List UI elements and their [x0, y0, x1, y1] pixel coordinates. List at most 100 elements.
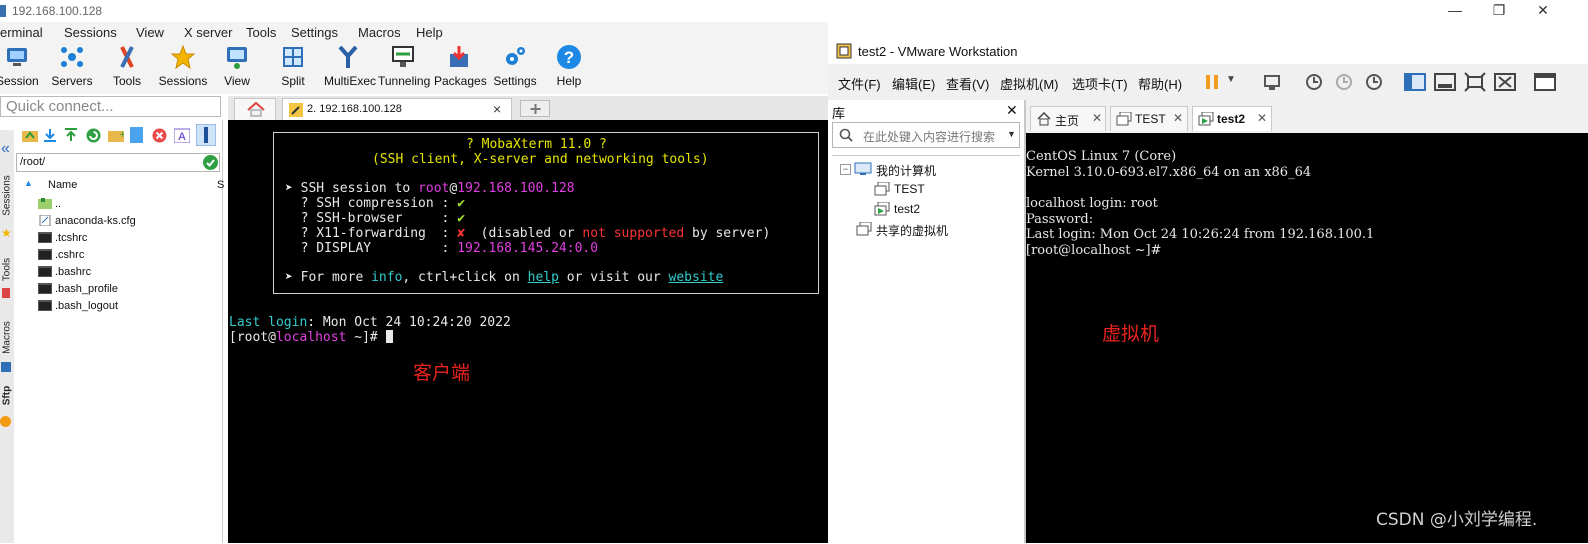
sessions-star-icon — [170, 44, 196, 70]
close-icon[interactable]: ✕ — [1528, 2, 1558, 19]
quick-connect-input[interactable]: Quick connect... — [0, 96, 221, 117]
menu-tools[interactable]: Tools — [246, 25, 276, 40]
new-folder-icon[interactable]: + — [108, 128, 124, 142]
tab-test[interactable]: TEST ✕ — [1110, 106, 1188, 131]
maximize-icon[interactable]: ❐ — [1484, 2, 1514, 19]
menu-settings[interactable]: Settings — [291, 25, 338, 40]
menu-sessions[interactable]: Sessions — [64, 25, 117, 40]
website-link[interactable]: website — [669, 270, 724, 285]
menu-help[interactable]: 帮助(H) — [1138, 74, 1182, 93]
tree-collapse-icon[interactable]: − — [840, 164, 851, 175]
side-tab-sftp[interactable]: Sftp — [2, 375, 13, 417]
moba-tab-bar: 2. 192.168.100.128 × — [228, 96, 828, 120]
session-tab-active[interactable]: 2. 192.168.100.128 × — [282, 98, 512, 120]
tab-home-close-icon[interactable]: ✕ — [1092, 111, 1102, 125]
split-button[interactable]: Split — [274, 44, 312, 88]
welcome-title: ? MobaXterm 11.0 ? — [466, 137, 607, 152]
tunneling-button[interactable]: Tunneling — [378, 44, 430, 88]
folder-up-icon — [38, 198, 52, 209]
terminal-follow-icon[interactable] — [196, 124, 216, 146]
file-row[interactable]: .bashrc — [38, 266, 91, 283]
file-row[interactable]: .cshrc — [38, 249, 84, 266]
servers-button[interactable]: Servers — [50, 44, 94, 88]
sftp-path-input[interactable]: /root/ — [16, 153, 220, 172]
file-name: .bash_logout — [55, 300, 118, 312]
file-row[interactable]: .bash_profile — [38, 283, 118, 300]
tab-home[interactable]: 主页 ✕ — [1030, 106, 1106, 131]
help-link[interactable]: help — [528, 270, 559, 285]
split-label: Split — [281, 74, 305, 88]
pause-dropdown-icon[interactable]: ▼ — [1226, 74, 1236, 85]
help-label: Help — [556, 74, 582, 88]
file-row[interactable]: .bash_logout — [38, 300, 118, 317]
tunneling-icon — [392, 46, 414, 67]
delete-icon[interactable] — [152, 128, 167, 143]
ssh-terminal[interactable]: ? MobaXterm 11.0 ? (SSH client, X-server… — [228, 120, 828, 543]
rename-icon[interactable]: A — [174, 127, 190, 143]
menu-terminal[interactable]: erminal — [0, 25, 43, 40]
file-row[interactable]: .. — [38, 198, 61, 215]
packages-button[interactable]: Packages — [434, 44, 487, 88]
refresh-icon[interactable] — [86, 128, 101, 143]
file-row[interactable]: .tcshrc — [38, 232, 87, 249]
menu-vm[interactable]: 虚拟机(M) — [1000, 74, 1059, 93]
thumbnail-bar-icon[interactable] — [1434, 72, 1456, 92]
upload-icon[interactable] — [64, 128, 78, 142]
show-library-icon[interactable] — [1404, 72, 1426, 92]
new-tab-button[interactable] — [520, 100, 550, 117]
search-dropdown-icon[interactable]: ▼ — [1007, 129, 1016, 139]
tab-close-icon[interactable]: × — [493, 101, 501, 117]
snapshot-icon[interactable] — [1304, 72, 1324, 92]
snapshot-manager-icon[interactable] — [1364, 72, 1384, 92]
sessions-button[interactable]: Sessions — [158, 44, 208, 88]
tab-test2-close-icon[interactable]: ✕ — [1257, 111, 1267, 125]
tree-vm-test2[interactable]: test2 — [894, 202, 920, 216]
console-view-icon[interactable] — [1534, 72, 1556, 92]
pause-icon[interactable] — [1204, 74, 1220, 90]
new-file-icon[interactable] — [130, 127, 143, 143]
send-ctrl-alt-del-icon[interactable] — [1262, 72, 1282, 92]
fullscreen-icon[interactable] — [1464, 72, 1486, 92]
tree-shared-vms[interactable]: 共享的虚拟机 — [876, 222, 948, 239]
moba-side-strip: « Sessions ★ Tools Macros Sftp — [0, 130, 15, 543]
session-button[interactable]: Session — [0, 44, 39, 88]
library-close-icon[interactable]: ✕ — [1006, 102, 1018, 119]
vm-console-screen[interactable]: CentOS Linux 7 (Core) Kernel 3.10.0-693.… — [1026, 133, 1588, 543]
menu-view[interactable]: View — [136, 25, 164, 40]
side-tab-macros[interactable]: Macros — [2, 317, 13, 359]
download-icon[interactable] — [43, 128, 57, 142]
tab-test2-active[interactable]: test2 ✕ — [1192, 106, 1272, 131]
path-ok-icon[interactable] — [203, 155, 218, 170]
menu-edit[interactable]: 编辑(E) — [892, 74, 935, 93]
tab-test-close-icon[interactable]: ✕ — [1173, 111, 1183, 125]
menu-tabs[interactable]: 选项卡(T) — [1072, 74, 1128, 93]
tools-icon — [120, 46, 134, 68]
ssh-session-line: ➤ SSH session to root@192.168.100.128 — [285, 181, 575, 196]
minimize-icon[interactable]: — — [1440, 2, 1470, 18]
column-name-header[interactable]: Name — [48, 179, 77, 191]
side-tab-tools[interactable]: Tools — [2, 249, 13, 291]
menu-view[interactable]: 查看(V) — [946, 74, 989, 93]
settings-button[interactable]: Settings — [492, 44, 538, 88]
collapse-chevron-icon[interactable]: « — [1, 140, 10, 158]
menu-file[interactable]: 文件(F) — [838, 74, 881, 93]
column-size-header[interactable]: S — [217, 179, 224, 191]
menu-help[interactable]: Help — [416, 25, 443, 40]
parent-folder-icon[interactable] — [22, 128, 38, 142]
tree-my-computer[interactable]: 我的计算机 — [876, 162, 936, 179]
home-tab[interactable] — [234, 98, 276, 120]
x11-forwarding-line: ? X11-forwarding : ✘ (disabled or not su… — [285, 226, 771, 241]
menu-xserver[interactable]: X server — [184, 25, 232, 40]
multiexec-button[interactable]: MultiExec — [324, 44, 376, 88]
view-button[interactable]: View — [218, 44, 256, 88]
revert-snapshot-icon[interactable] — [1334, 72, 1354, 92]
library-search-input[interactable]: 在此处键入内容进行搜索 ▼ — [832, 122, 1020, 148]
side-tab-sessions[interactable]: Sessions — [2, 175, 13, 217]
file-row[interactable]: anaconda-ks.cfg — [38, 215, 136, 232]
tree-vm-test[interactable]: TEST — [894, 182, 925, 196]
tools-button[interactable]: Tools — [106, 44, 148, 88]
vm-running-icon — [1198, 112, 1214, 126]
unity-icon[interactable] — [1494, 72, 1516, 92]
menu-macros[interactable]: Macros — [358, 25, 401, 40]
help-button[interactable]: ? Help — [552, 44, 586, 88]
